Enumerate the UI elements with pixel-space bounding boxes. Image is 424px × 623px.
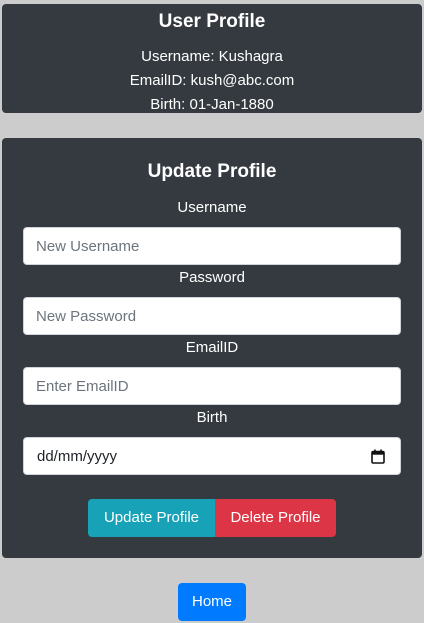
- username-label: Username: [177, 199, 247, 216]
- profile-birth: Birth: 01-Jan-1880: [150, 96, 274, 113]
- update-profile-button[interactable]: Update Profile: [88, 499, 215, 537]
- birth-date-input[interactable]: dd/mm/yyyy: [23, 437, 401, 475]
- email-input[interactable]: [23, 367, 401, 405]
- profile-username: Username: Kushagra: [141, 48, 283, 65]
- birth-date-placeholder: dd/mm/yyyy: [37, 448, 118, 465]
- update-profile-title: Update Profile: [147, 161, 277, 182]
- profile-title: User Profile: [158, 11, 266, 32]
- email-label: EmailID: [185, 339, 239, 356]
- profile-email: EmailID: kush@abc.com: [129, 72, 295, 89]
- birth-label: Birth: [196, 409, 228, 426]
- home-button[interactable]: Home: [178, 583, 246, 621]
- delete-profile-button[interactable]: Delete Profile: [215, 499, 336, 537]
- user-profile-card: User Profile Username: Kushagra EmailID:…: [2, 4, 422, 113]
- password-label: Password: [179, 269, 245, 286]
- calendar-icon[interactable]: [371, 449, 385, 464]
- new-password-input[interactable]: [23, 297, 401, 335]
- new-username-input[interactable]: [23, 227, 401, 265]
- update-profile-card: Update Profile Username Password EmailID…: [2, 138, 422, 558]
